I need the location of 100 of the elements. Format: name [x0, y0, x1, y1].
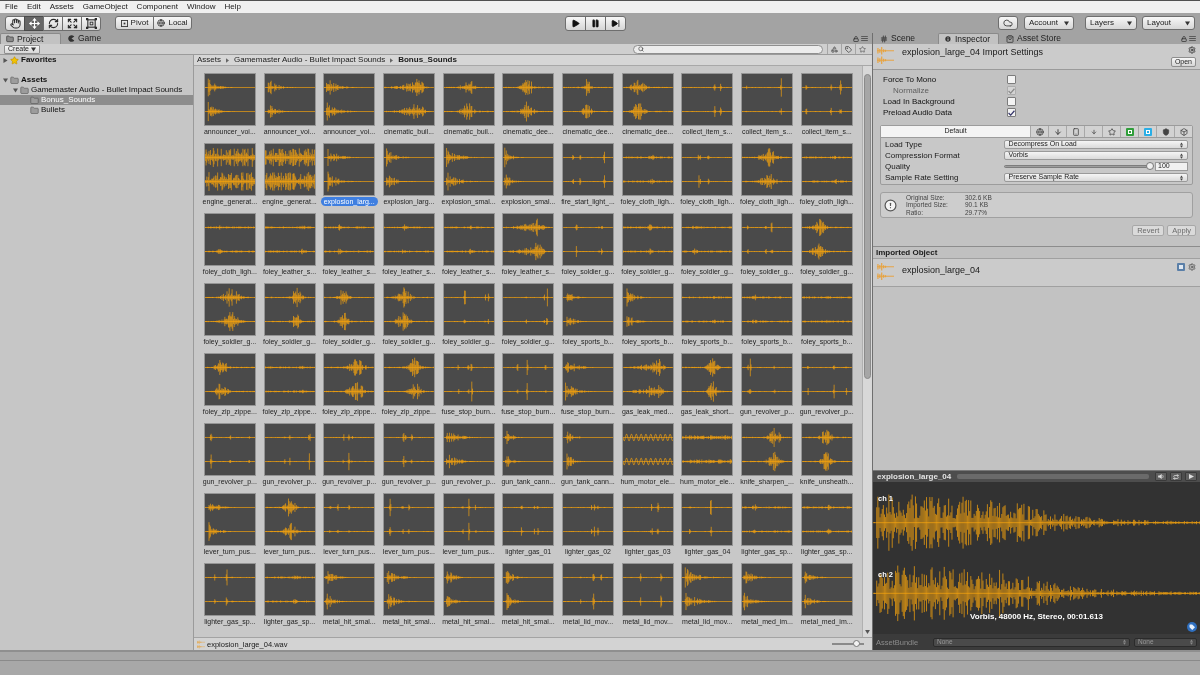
waveform-thumbnail[interactable]	[621, 493, 674, 546]
waveform-thumbnail[interactable]	[741, 353, 794, 406]
waveform-thumbnail[interactable]	[263, 423, 316, 476]
waveform-thumbnail[interactable]	[442, 73, 495, 126]
menu-item[interactable]: Component	[135, 2, 179, 12]
waveform-thumbnail[interactable]	[323, 283, 376, 336]
platform-tab[interactable]	[1156, 126, 1174, 137]
waveform-thumbnail[interactable]	[621, 353, 674, 406]
menu-item[interactable]: GameObject	[81, 2, 129, 12]
menu-item[interactable]: Edit	[25, 2, 42, 12]
waveform-thumbnail[interactable]	[681, 353, 734, 406]
waveform-thumbnail[interactable]	[800, 73, 853, 126]
waveform-thumbnail[interactable]	[203, 143, 256, 196]
cloud-button[interactable]	[998, 16, 1018, 30]
waveform-thumbnail[interactable]	[382, 563, 435, 616]
waveform-thumbnail[interactable]	[263, 143, 316, 196]
waveform-thumbnail[interactable]	[502, 423, 555, 476]
waveform-thumbnail[interactable]	[203, 283, 256, 336]
account-dropdown[interactable]: Account	[1024, 16, 1074, 30]
panel-tab[interactable]: Project	[0, 33, 61, 44]
slider-thumb[interactable]	[1146, 162, 1154, 170]
waveform-thumbnail[interactable]	[442, 563, 495, 616]
waveform-thumbnail[interactable]	[323, 423, 376, 476]
waveform-thumbnail[interactable]	[502, 73, 555, 126]
waveform-thumbnail[interactable]	[741, 283, 794, 336]
waveform-thumbnail[interactable]	[681, 143, 734, 196]
waveform-thumbnail[interactable]	[561, 493, 614, 546]
settings-icon[interactable]	[1188, 263, 1196, 271]
caret-icon[interactable]	[3, 57, 8, 63]
menu-icon[interactable]	[1189, 36, 1196, 41]
platform-tab[interactable]	[1174, 126, 1192, 137]
caret-icon[interactable]	[865, 630, 870, 634]
waveform-thumbnail[interactable]	[621, 423, 674, 476]
scrollbar[interactable]	[862, 66, 872, 637]
checkbox[interactable]	[1007, 75, 1016, 84]
platform-tab[interactable]	[1120, 126, 1138, 137]
waveform-thumbnail[interactable]	[741, 213, 794, 266]
platform-tab[interactable]	[1048, 126, 1066, 137]
menu-item[interactable]: File	[4, 2, 19, 12]
label-filter-button[interactable]	[841, 44, 855, 54]
panel-tab[interactable]: Game	[63, 33, 124, 44]
waveform-thumbnail[interactable]	[561, 563, 614, 616]
waveform-thumbnail[interactable]	[502, 493, 555, 546]
waveform-thumbnail[interactable]	[442, 143, 495, 196]
waveform-thumbnail[interactable]	[502, 283, 555, 336]
menu-item[interactable]: Window	[185, 2, 217, 12]
waveform-thumbnail[interactable]	[382, 353, 435, 406]
waveform-thumbnail[interactable]	[263, 73, 316, 126]
waveform-thumbnail[interactable]	[741, 73, 794, 126]
waveform-thumbnail[interactable]	[263, 493, 316, 546]
waveform-thumbnail[interactable]	[502, 143, 555, 196]
waveform-thumbnail[interactable]	[681, 493, 734, 546]
waveform-thumbnail[interactable]	[442, 213, 495, 266]
waveform-thumbnail[interactable]	[203, 493, 256, 546]
tree-item[interactable]: Gamemaster Audio - Bullet Impact Sounds	[0, 85, 193, 95]
menu-item[interactable]: Assets	[48, 2, 75, 12]
waveform-thumbnail[interactable]	[561, 353, 614, 406]
settings-icon[interactable]	[1188, 46, 1196, 54]
waveform-thumbnail[interactable]	[263, 283, 316, 336]
panel-tab[interactable]: Scene	[875, 33, 936, 44]
waveform-thumbnail[interactable]	[741, 563, 794, 616]
checkbox[interactable]	[1007, 97, 1016, 106]
waveform-thumbnail[interactable]	[741, 423, 794, 476]
type-filter-button[interactable]	[827, 44, 841, 54]
waveform-thumbnail[interactable]	[442, 283, 495, 336]
caret-icon[interactable]	[13, 87, 18, 93]
waveform-thumbnail[interactable]	[561, 423, 614, 476]
waveform-thumbnail[interactable]	[621, 143, 674, 196]
waveform-thumbnail[interactable]	[741, 493, 794, 546]
pause-button[interactable]	[584, 15, 606, 31]
waveform-thumbnail[interactable]	[323, 353, 376, 406]
waveform-thumbnail[interactable]	[681, 283, 734, 336]
waveform-thumbnail[interactable]	[800, 493, 853, 546]
tag-icon[interactable]	[1187, 622, 1197, 632]
platform-tab[interactable]	[1102, 126, 1120, 137]
waveform-thumbnail[interactable]	[203, 213, 256, 266]
waveform-thumbnail[interactable]	[442, 353, 495, 406]
waveform-thumbnail[interactable]	[502, 353, 555, 406]
handle-button[interactable]: Pivot	[115, 16, 154, 30]
waveform-thumbnail[interactable]	[681, 563, 734, 616]
waveform-thumbnail[interactable]	[800, 423, 853, 476]
breadcrumb-link[interactable]: Assets	[197, 55, 221, 65]
waveform-thumbnail[interactable]	[800, 213, 853, 266]
step-button[interactable]	[604, 15, 626, 31]
tool-button[interactable]	[81, 15, 101, 31]
tree-item[interactable]: Bullets	[0, 105, 193, 115]
waveform-thumbnail[interactable]	[323, 213, 376, 266]
waveform-thumbnail[interactable]	[800, 143, 853, 196]
caret-icon[interactable]	[3, 77, 8, 83]
handle-button[interactable]: Local	[153, 16, 192, 30]
waveform-thumbnail[interactable]	[263, 353, 316, 406]
panel-tab[interactable]: Asset Store	[1001, 33, 1062, 44]
waveform-thumbnail[interactable]	[323, 73, 376, 126]
waveform-thumbnail[interactable]	[800, 353, 853, 406]
waveform-thumbnail[interactable]	[203, 73, 256, 126]
square-icon[interactable]	[1177, 263, 1185, 271]
waveform-thumbnail[interactable]	[203, 423, 256, 476]
waveform-thumbnail[interactable]	[442, 423, 495, 476]
waveform-thumbnail[interactable]	[382, 283, 435, 336]
tool-button[interactable]	[5, 15, 25, 31]
